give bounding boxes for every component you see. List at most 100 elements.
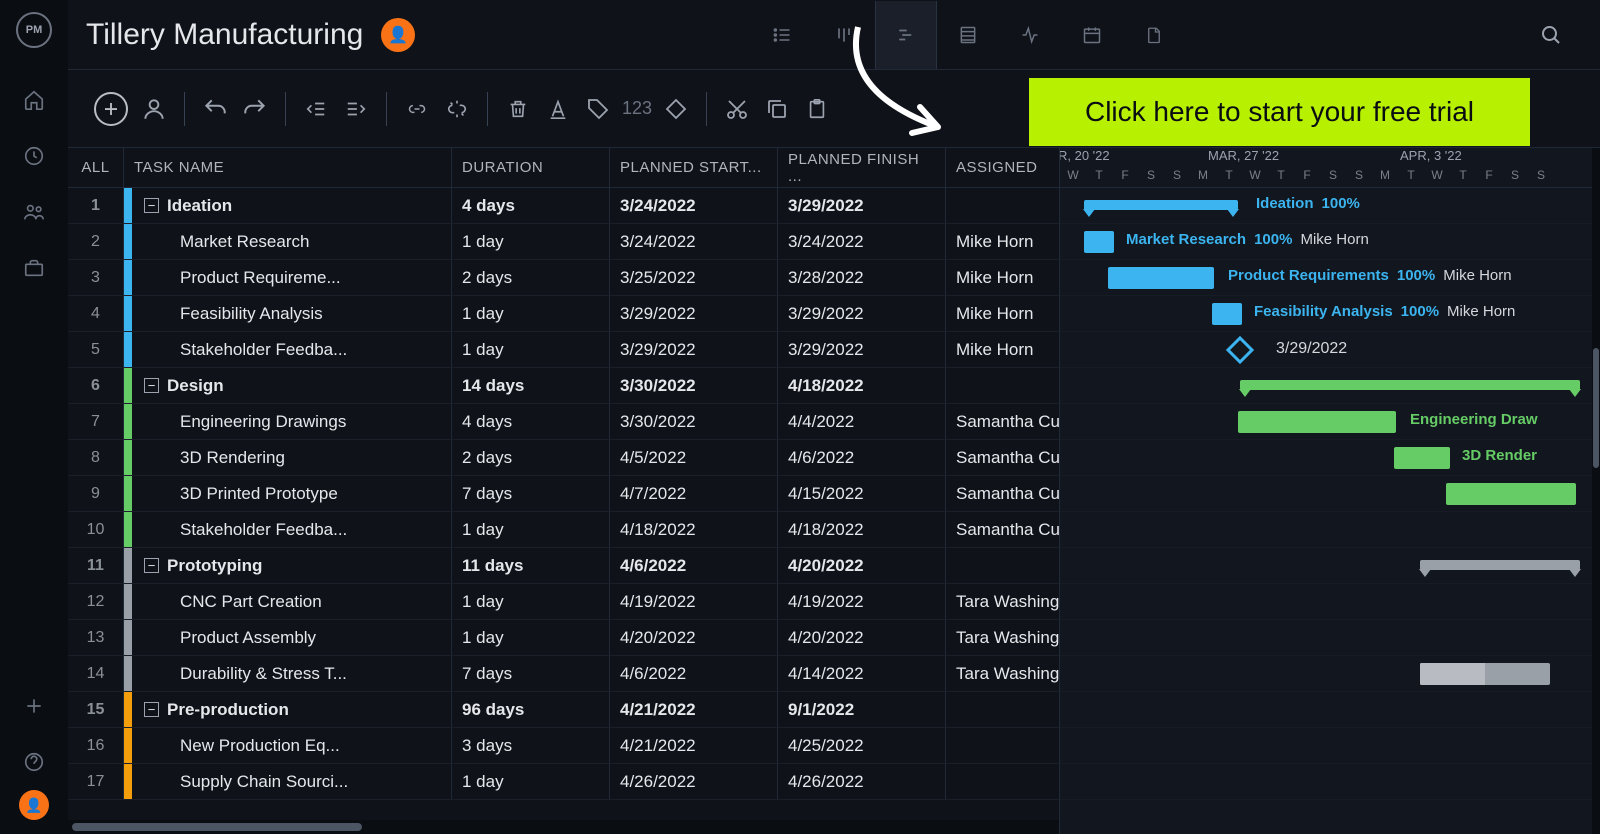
table-row[interactable]: 11 −Prototyping 11 days 4/6/2022 4/20/20… [68,548,1059,584]
gantt-lane[interactable] [1060,476,1600,512]
milestone-icon[interactable] [1226,336,1254,364]
assigned-cell[interactable]: Mike Horn [946,260,1059,295]
task-name-cell[interactable]: Market Research [132,224,452,259]
task-name-cell[interactable]: 3D Printed Prototype [132,476,452,511]
gantt-lane[interactable]: Market Research100%Mike Horn [1060,224,1600,260]
duration-cell[interactable]: 14 days [452,368,610,403]
gantt-lane[interactable] [1060,584,1600,620]
undo-button[interactable] [195,89,235,129]
gantt-bar[interactable] [1420,560,1580,570]
assigned-cell[interactable]: Samantha Cu [946,440,1059,475]
assigned-cell[interactable] [946,728,1059,763]
add-task-button[interactable] [94,92,128,126]
clock-icon[interactable] [14,136,54,176]
gantt-lane[interactable] [1060,368,1600,404]
tag-button[interactable] [578,89,618,129]
duration-cell[interactable]: 2 days [452,260,610,295]
milestone-button[interactable] [656,89,696,129]
view-list-icon[interactable] [751,1,813,69]
duration-cell[interactable]: 4 days [452,188,610,223]
user-avatar-bottom[interactable]: 👤 [19,790,49,820]
add-icon[interactable] [14,686,54,726]
gantt-lane[interactable]: Engineering Draw [1060,404,1600,440]
gantt-lane[interactable] [1060,620,1600,656]
assign-button[interactable] [134,89,174,129]
planned-start-cell[interactable]: 4/26/2022 [610,764,778,799]
col-all[interactable]: ALL [68,148,124,187]
task-name-cell[interactable]: CNC Part Creation [132,584,452,619]
planned-start-cell[interactable]: 4/19/2022 [610,584,778,619]
view-board-icon[interactable] [813,1,875,69]
task-name-cell[interactable]: Engineering Drawings [132,404,452,439]
help-icon[interactable] [14,742,54,782]
planned-finish-cell[interactable]: 4/19/2022 [778,584,946,619]
collapse-icon[interactable]: − [144,558,159,573]
gantt-lane[interactable]: 3/29/2022 [1060,332,1600,368]
copy-button[interactable] [757,89,797,129]
table-row[interactable]: 2 Market Research 1 day 3/24/2022 3/24/2… [68,224,1059,260]
duration-cell[interactable]: 11 days [452,548,610,583]
assigned-cell[interactable]: Mike Horn [946,296,1059,331]
task-name-cell[interactable]: Feasibility Analysis [132,296,452,331]
gantt-lane[interactable] [1060,548,1600,584]
gantt-lane[interactable] [1060,764,1600,800]
team-icon[interactable] [14,192,54,232]
duration-cell[interactable]: 2 days [452,440,610,475]
logo-icon[interactable]: PM [16,12,52,48]
task-name-cell[interactable]: −Pre-production [132,692,452,727]
indent-button[interactable] [336,89,376,129]
paste-button[interactable] [797,89,837,129]
vertical-scrollbar[interactable] [1592,148,1600,834]
planned-finish-cell[interactable]: 4/20/2022 [778,548,946,583]
gantt-lane[interactable] [1060,512,1600,548]
assigned-cell[interactable] [946,548,1059,583]
duration-cell[interactable]: 1 day [452,512,610,547]
planned-start-cell[interactable]: 3/24/2022 [610,188,778,223]
duration-cell[interactable]: 1 day [452,764,610,799]
collapse-icon[interactable]: − [144,198,159,213]
col-task-name[interactable]: TASK NAME [124,148,452,187]
task-name-cell[interactable]: Product Requireme... [132,260,452,295]
gantt-bar[interactable] [1212,303,1242,325]
planned-finish-cell[interactable]: 3/29/2022 [778,188,946,223]
table-row[interactable]: 7 Engineering Drawings 4 days 3/30/2022 … [68,404,1059,440]
table-row[interactable]: 16 New Production Eq... 3 days 4/21/2022… [68,728,1059,764]
assigned-cell[interactable]: Samantha Cu [946,404,1059,439]
collapse-icon[interactable]: − [144,378,159,393]
link-button[interactable] [397,89,437,129]
table-row[interactable]: 8 3D Rendering 2 days 4/5/2022 4/6/2022 … [68,440,1059,476]
col-planned-finish[interactable]: PLANNED FINISH ... [778,148,946,187]
search-icon[interactable] [1520,1,1582,69]
planned-start-cell[interactable]: 4/7/2022 [610,476,778,511]
redo-button[interactable] [235,89,275,129]
task-name-cell[interactable]: −Design [132,368,452,403]
table-row[interactable]: 13 Product Assembly 1 day 4/20/2022 4/20… [68,620,1059,656]
planned-finish-cell[interactable]: 4/20/2022 [778,620,946,655]
duration-cell[interactable]: 1 day [452,224,610,259]
duration-cell[interactable]: 3 days [452,728,610,763]
assigned-cell[interactable] [946,692,1059,727]
planned-start-cell[interactable]: 4/5/2022 [610,440,778,475]
planned-finish-cell[interactable]: 4/6/2022 [778,440,946,475]
planned-finish-cell[interactable]: 4/15/2022 [778,476,946,511]
collapse-icon[interactable]: − [144,702,159,717]
planned-finish-cell[interactable]: 4/25/2022 [778,728,946,763]
planned-finish-cell[interactable]: 4/18/2022 [778,512,946,547]
briefcase-icon[interactable] [14,248,54,288]
table-row[interactable]: 12 CNC Part Creation 1 day 4/19/2022 4/1… [68,584,1059,620]
assigned-cell[interactable]: Samantha Cu [946,512,1059,547]
gantt-lane[interactable]: Product Requirements100%Mike Horn [1060,260,1600,296]
duration-cell[interactable]: 7 days [452,656,610,691]
view-file-icon[interactable] [1123,1,1185,69]
outdent-button[interactable] [296,89,336,129]
gantt-bar[interactable] [1238,411,1396,433]
gantt-lane[interactable]: Feasibility Analysis100%Mike Horn [1060,296,1600,332]
unlink-button[interactable] [437,89,477,129]
table-row[interactable]: 5 Stakeholder Feedba... 1 day 3/29/2022 … [68,332,1059,368]
assigned-cell[interactable]: Samantha Cu [946,476,1059,511]
assigned-cell[interactable] [946,368,1059,403]
planned-start-cell[interactable]: 3/29/2022 [610,296,778,331]
task-name-cell[interactable]: −Prototyping [132,548,452,583]
gantt-bar[interactable] [1394,447,1450,469]
task-name-cell[interactable]: Stakeholder Feedba... [132,332,452,367]
